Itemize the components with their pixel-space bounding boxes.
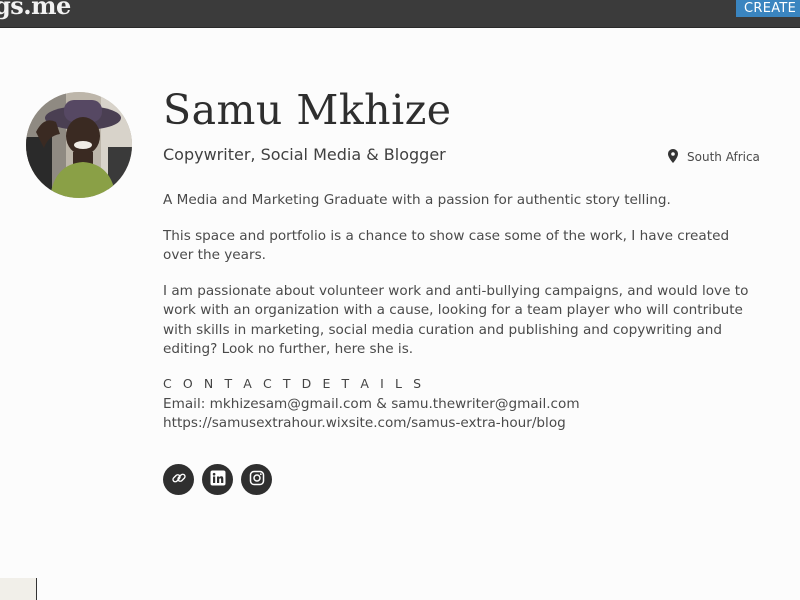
linkedin-button[interactable] bbox=[202, 464, 233, 495]
contact-email: Email: mkhizesam@gmail.com & samu.thewri… bbox=[163, 396, 580, 412]
location-pin-icon bbox=[668, 148, 678, 167]
avatar bbox=[26, 92, 132, 198]
profile-headline: Copywriter, Social Media & Blogger bbox=[163, 145, 446, 164]
create-account-button[interactable]: CREATE ACCOUNT bbox=[736, 0, 800, 17]
link-icon bbox=[171, 470, 187, 490]
bio-paragraph: A Media and Marketing Graduate with a pa… bbox=[163, 192, 671, 208]
bio-paragraph: I am passionate about volunteer work and… bbox=[163, 282, 749, 358]
instagram-button[interactable] bbox=[241, 464, 272, 495]
location-label: South Africa bbox=[687, 150, 760, 164]
bio-paragraph: This space and portfolio is a chance to … bbox=[163, 227, 730, 264]
instagram-icon bbox=[249, 470, 265, 490]
contact-heading: C O N T A C T D E T A I L S bbox=[163, 376, 425, 391]
linkedin-icon bbox=[210, 470, 226, 490]
contact-url: https://samusextrahour.wixsite.com/samus… bbox=[163, 415, 566, 431]
top-bar: gs.me CREATE ACCOUNT bbox=[0, 0, 800, 28]
website-link-button[interactable] bbox=[163, 464, 194, 495]
location: South Africa bbox=[668, 148, 760, 166]
profile-name: Samu Mkhize bbox=[163, 86, 452, 134]
bio: A Media and Marketing Graduate with a pa… bbox=[163, 191, 763, 376]
bottom-edge-panel bbox=[0, 578, 37, 600]
brand-logo[interactable]: gs.me bbox=[0, 0, 71, 20]
